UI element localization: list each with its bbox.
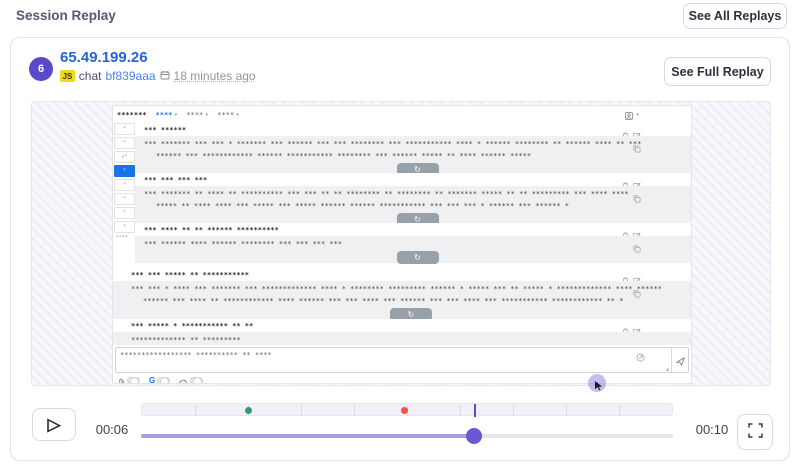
- masked-text-line: *** ******* *** *** * ******* *** ******…: [144, 138, 691, 150]
- chat-message-block: *** ***** * *********** ** ** **********…: [113, 319, 691, 345]
- replayed-profile-menu: ▾: [625, 105, 639, 124]
- paper-plane-icon: [676, 351, 685, 370]
- profile-icon: [625, 105, 633, 124]
- masked-heading: *** *** ***** ** ***********: [131, 271, 249, 279]
- chevron-down-icon: ▾: [636, 112, 639, 118]
- gutter-cell: *: [114, 221, 135, 233]
- google-toggle: G: [149, 376, 170, 385]
- session-meta: JS chat bf839aaa 18 minutes ago: [60, 69, 256, 83]
- calendar-icon: [160, 69, 170, 83]
- masked-text-line: ****** *** ************ ****** *********…: [144, 150, 691, 162]
- session-id-link[interactable]: bf839aaa: [105, 69, 155, 83]
- chat-message-block: *** ****** *** ******* *** *** * *******…: [135, 123, 691, 173]
- replayed-chat-header: ******* ****▾ ****▾ ****▾ ▾: [113, 106, 691, 123]
- play-button[interactable]: ▷: [32, 408, 76, 441]
- gutter-footer-label: ****: [116, 235, 135, 241]
- slider-thumb[interactable]: [466, 428, 482, 444]
- chat-message-block: *** *** *** *** *** ******* ** **** ** *…: [135, 173, 691, 223]
- masked-text-line: ****** *** **** ** ************ **** ***…: [131, 295, 691, 307]
- playhead-marker: [474, 404, 476, 417]
- gutter-cell: *: [114, 123, 135, 135]
- chevron-down-icon: ▾: [205, 112, 208, 118]
- masked-heading: *** ******: [144, 126, 186, 134]
- replayed-menu-dropdown: ****▾: [217, 111, 239, 119]
- total-time: 00:10: [687, 422, 737, 437]
- gutter-cell: *: [114, 137, 135, 149]
- gutter-cell: *: [114, 207, 135, 219]
- session-replay-widget: Session Replay See All Replays 6 65.49.1…: [0, 0, 800, 471]
- replayed-chat-app: ******* ****▾ ****▾ ****▾ ▾ * * +* *: [112, 105, 692, 384]
- toggle-switch: [157, 377, 170, 384]
- regenerate-button: ↻: [397, 251, 439, 264]
- gutter-cell: *: [114, 179, 135, 191]
- slider-progress: [141, 434, 474, 438]
- masked-text-line: ***** ** **** **** *** ***** *** ***** *…: [144, 200, 691, 212]
- toggle-switch: [127, 377, 140, 384]
- masked-text-line: *** *** * **** *** ******* *** *********…: [131, 283, 691, 295]
- session-time-ago: 18 minutes ago: [174, 69, 256, 83]
- masked-heading: *** *** *** ***: [144, 176, 207, 184]
- masked-heading: *** ***** * *********** ** **: [131, 322, 253, 330]
- see-all-replays-button[interactable]: See All Replays: [683, 3, 787, 29]
- event-marker-green: [245, 407, 252, 414]
- replay-viewer: ******* ****▾ ****▾ ****▾ ▾ * * +* *: [31, 101, 771, 386]
- masked-text-line: ************* ** *********: [131, 334, 691, 346]
- gutter-cell: *: [114, 193, 135, 205]
- seek-slider[interactable]: [141, 428, 673, 444]
- page-title: Session Replay: [16, 8, 116, 23]
- copy-icon: [633, 283, 641, 302]
- chevron-down-icon: ▾: [236, 112, 239, 118]
- replay-cursor: [588, 374, 606, 392]
- replayed-composer: ***************** ********** ** ****: [115, 347, 689, 373]
- fullscreen-icon: [748, 423, 763, 441]
- composer-masked-text: ***************** ********** ** ****: [116, 348, 671, 372]
- session-type-label: chat: [79, 69, 102, 83]
- replayed-gutter: * * +* * * * * * ****: [113, 123, 135, 241]
- chat-message-block: *** **** ** ** ****** ********** *** ***…: [135, 223, 691, 263]
- toggle-switch: [190, 377, 203, 384]
- event-timeline-bar[interactable]: [141, 403, 673, 416]
- copy-icon: [633, 188, 641, 207]
- js-sdk-badge: JS: [60, 70, 75, 82]
- chat-message-block: *** *** ***** ** *********** *** *** * *…: [113, 268, 691, 319]
- replayed-menu-dropdown: ****▾: [186, 111, 208, 119]
- session-card: 6 65.49.199.26 JS chat bf839aaa 18 minut…: [10, 37, 790, 461]
- replayed-model-dropdown: ****▾: [156, 111, 178, 119]
- session-ip[interactable]: 65.49.199.26: [60, 49, 148, 66]
- google-g-icon: G: [149, 376, 155, 385]
- timeline: [141, 403, 673, 445]
- session-count-badge: 6: [29, 57, 53, 81]
- resize-handle: [665, 367, 669, 371]
- send-button: [671, 348, 688, 372]
- copy-icon: [633, 238, 641, 257]
- replayed-app-logo: *******: [117, 111, 147, 119]
- share-icon: [636, 347, 645, 366]
- cursor-arrow-icon: [595, 381, 603, 390]
- replayed-chat-body: * * +* * * * * * **** *** ******: [113, 123, 691, 384]
- fullscreen-button[interactable]: [737, 414, 773, 450]
- see-full-replay-button[interactable]: See Full Replay: [664, 57, 771, 86]
- current-time: 00:06: [87, 422, 137, 437]
- copy-icon: [633, 138, 641, 157]
- masked-text-line: *** ******* ** **** ** ********** *** **…: [144, 188, 691, 200]
- masked-text-line: *** ****** **** ****** ******** *** *** …: [144, 238, 691, 250]
- masked-heading: *** **** ** ** ****** **********: [144, 226, 279, 234]
- chevron-down-icon: ▾: [174, 112, 177, 118]
- gutter-cell: +*: [114, 151, 135, 163]
- gutter-cell-selected: *: [114, 165, 135, 177]
